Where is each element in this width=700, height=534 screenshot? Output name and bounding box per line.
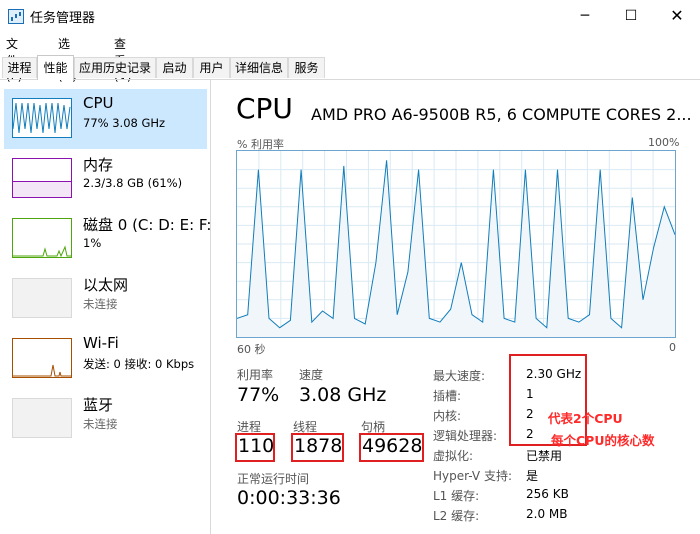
uptime-value: 0:00:33:36 [237, 487, 341, 509]
resource-bluetooth[interactable]: 蓝牙 未连接 [4, 389, 207, 449]
detail-label: L2 缓存: [433, 509, 480, 523]
resource-list: CPU 77% 3.08 GHz 内存 2.3/3.8 GB (61%) 磁盘 … [0, 80, 211, 534]
resource-detail: 1% [83, 236, 102, 250]
detail-value: 已禁用 [526, 449, 563, 463]
minimize-button[interactable]: ─ [562, 0, 608, 32]
tab-bar: 进程 性能 应用历史记录 启动 用户 详细信息 服务 [0, 54, 700, 80]
speed-value: 3.08 GHz [299, 384, 387, 406]
resource-name: 蓝牙 [83, 396, 114, 414]
ethernet-thumbnail [12, 278, 72, 318]
tab-processes[interactable]: 进程 [2, 57, 37, 78]
resource-name: 磁盘 0 (C: D: E: F: [83, 216, 212, 234]
resource-detail: 77% 3.08 GHz [83, 116, 166, 130]
resource-disk[interactable]: 磁盘 0 (C: D: E: F: 1% [4, 209, 211, 269]
tab-startup[interactable]: 启动 [156, 57, 193, 78]
resource-detail: 未连接 [83, 297, 118, 311]
tab-users[interactable]: 用户 [193, 57, 230, 78]
annotation-line1: 代表2个CPU [548, 411, 623, 426]
annotation-line2: 每个CPU的核心数 [551, 433, 655, 448]
resource-ethernet[interactable]: 以太网 未连接 [4, 269, 207, 329]
detail-label: 虚拟化: [433, 449, 474, 463]
graph-x-left: 60 秒 [237, 343, 266, 356]
speed-label: 速度 [299, 368, 324, 382]
processes-value: 110 [238, 435, 275, 457]
detail-value: 256 KB [526, 487, 569, 501]
uptime-label: 正常运行时间 [237, 472, 310, 486]
task-manager-icon [8, 9, 24, 24]
graph-x-right: 0 [669, 341, 676, 354]
tab-performance[interactable]: 性能 [37, 55, 74, 80]
resource-wifi[interactable]: Wi-Fi 发送: 0 接收: 0 Kbps [4, 329, 207, 389]
cpu-model: AMD PRO A6-9500B R5, 6 COMPUTE CORES 2..… [311, 105, 692, 124]
cpu-thumbnail [12, 98, 72, 138]
detail-value: 2.0 MB [526, 507, 568, 521]
detail-value: 是 [526, 469, 539, 483]
resource-memory[interactable]: 内存 2.3/3.8 GB (61%) [4, 149, 207, 209]
detail-label: 内核: [433, 409, 462, 423]
utilization-label: 利用率 [237, 368, 274, 382]
graph-y-max: 100% [648, 136, 680, 149]
resource-detail: 未连接 [83, 417, 118, 431]
cpu-utilization-graph [236, 150, 676, 338]
tab-app-history[interactable]: 应用历史记录 [74, 57, 156, 78]
wifi-thumbnail [12, 338, 72, 378]
tab-details[interactable]: 详细信息 [230, 57, 288, 78]
resource-detail: 2.3/3.8 GB (61%) [83, 176, 183, 190]
detail-label: L1 缓存: [433, 489, 480, 503]
disk-thumbnail [12, 218, 72, 258]
detail-label: 最大速度: [433, 369, 486, 383]
bluetooth-thumbnail [12, 398, 72, 438]
close-button[interactable]: ✕ [654, 0, 700, 32]
resource-cpu[interactable]: CPU 77% 3.08 GHz [4, 89, 207, 149]
tab-services[interactable]: 服务 [288, 57, 325, 78]
resource-name: 以太网 [83, 276, 129, 294]
detail-label: Hyper-V 支持: [433, 469, 512, 483]
resource-name: CPU [83, 94, 114, 112]
handles-value: 49628 [362, 435, 423, 457]
detail-label: 逻辑处理器: [433, 429, 498, 443]
resource-name: 内存 [83, 156, 114, 174]
memory-thumbnail [12, 158, 72, 198]
utilization-value: 77% [237, 384, 280, 406]
threads-value: 1878 [294, 435, 343, 457]
page-title: CPU [236, 92, 293, 125]
window-title: 任务管理器 [30, 11, 96, 26]
resource-detail: 发送: 0 接收: 0 Kbps [83, 357, 195, 371]
maximize-button[interactable]: ☐ [608, 0, 654, 32]
detail-label: 插槽: [433, 389, 462, 403]
title-bar: 任务管理器 ─ ☐ ✕ [0, 0, 700, 32]
resource-name: Wi-Fi [83, 334, 119, 352]
